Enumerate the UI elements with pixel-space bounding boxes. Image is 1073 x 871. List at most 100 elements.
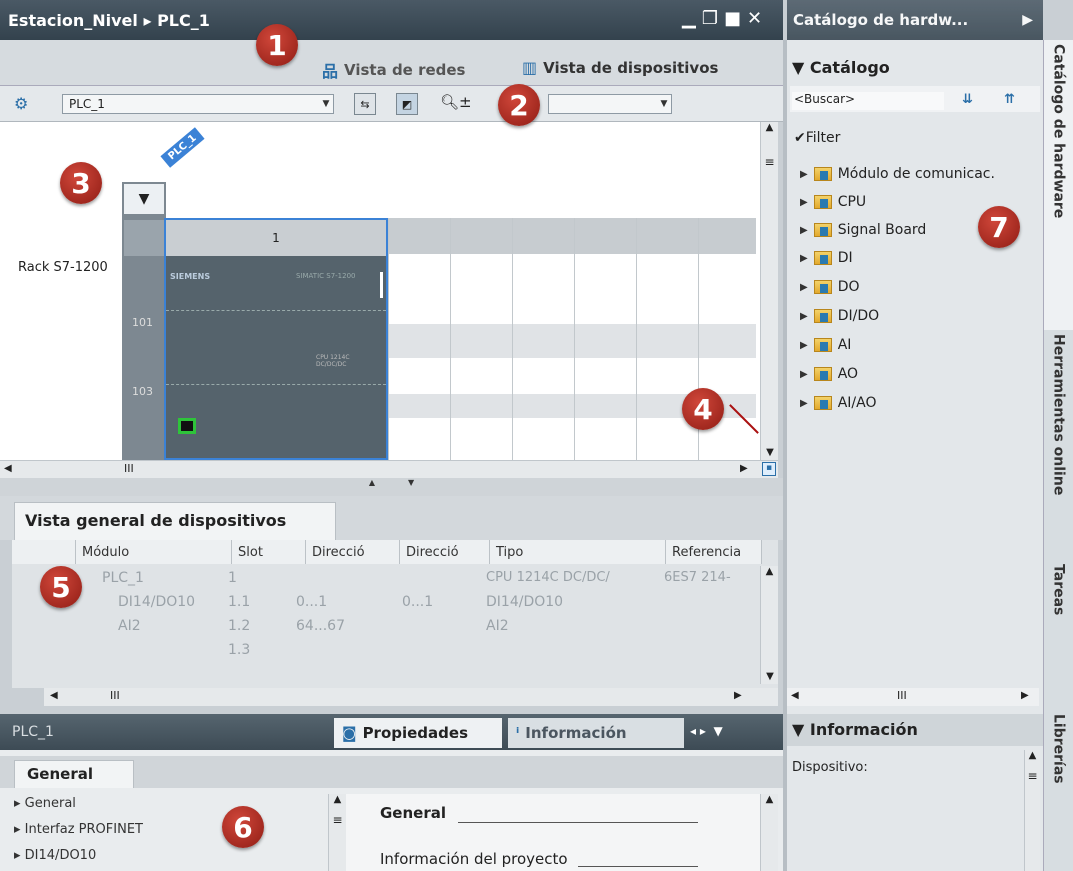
side-tab-libraries[interactable]: Librerías xyxy=(1043,710,1073,871)
scroll-thumb-mark: III xyxy=(124,462,134,475)
table-horizontal-scrollbar[interactable]: ◀ III ▶ xyxy=(44,688,778,706)
col-header[interactable]: Direcció xyxy=(306,540,400,564)
folder-icon xyxy=(813,309,832,323)
chevron-down-icon: ▼ xyxy=(322,99,330,109)
nav-label: DI14/DO10 xyxy=(24,848,97,863)
catalog-title-bar: Catálogo de hardw... ▶ xyxy=(787,0,1043,40)
nav-item-general[interactable]: ▸ General xyxy=(14,796,76,811)
splitter-handle[interactable]: ▲ ▼ xyxy=(0,478,783,496)
marker-badge: 7 xyxy=(978,206,1020,248)
side-tab-label: Herramientas online xyxy=(1050,334,1067,496)
search-placeholder: <Buscar> xyxy=(794,92,856,106)
device-select-value: PLC_1 xyxy=(69,97,105,111)
tab-network-view[interactable]: 品 Vista de redes xyxy=(322,58,466,82)
folder-icon xyxy=(813,195,832,209)
search-down-icon[interactable]: ⇊ xyxy=(962,92,973,107)
properties-content: General Información del proyecto xyxy=(346,794,764,871)
catalog-item[interactable]: ▶ AI/AO xyxy=(800,395,876,411)
catalog-item[interactable]: ▶ AO xyxy=(800,366,858,382)
tab-network-label: Vista de redes xyxy=(344,61,466,79)
col-header[interactable]: Referencia xyxy=(666,540,762,564)
side-tab-hardware-catalog[interactable]: Catálogo de hardware xyxy=(1043,40,1073,330)
marker-badge: 2 xyxy=(498,84,540,126)
table-cell: 0...1 xyxy=(296,594,328,610)
search-up-icon[interactable]: ⇈ xyxy=(1004,92,1015,107)
information-header-label: Información xyxy=(809,720,918,739)
tab-information-label: Información xyxy=(525,724,627,742)
col-header[interactable]: Direcció xyxy=(400,540,490,564)
close-icon[interactable]: ✕ xyxy=(747,8,762,29)
table-cell: AI2 xyxy=(486,618,509,634)
information-header[interactable]: ▼ Información xyxy=(792,720,918,739)
rack-collapse-icon[interactable]: ▼ xyxy=(124,184,164,214)
nav-item-di14do10[interactable]: ▸ DI14/DO10 xyxy=(14,848,96,863)
canvas-vertical-scrollbar[interactable]: ▲ ≡ ▼ xyxy=(760,122,778,460)
catalog-search-input[interactable]: <Buscar> xyxy=(792,92,944,110)
cpu-module[interactable]: 1 SIEMENS SIMATIC S7-1200 CPU 1214C DC/D… xyxy=(164,218,388,460)
side-tab-tasks[interactable]: Tareas xyxy=(1043,560,1073,710)
folder-icon xyxy=(813,396,832,410)
catalog-item[interactable]: ▶ AI xyxy=(800,337,851,353)
marker-badge: 4 xyxy=(682,388,724,430)
content-scrollbar[interactable]: ▲ xyxy=(760,794,778,871)
nav-scrollbar[interactable]: ▲ ≡ xyxy=(328,794,346,871)
col-header[interactable]: Módulo xyxy=(76,540,232,564)
device-icon: ▥ xyxy=(522,58,538,77)
module-text: SIMATIC S7-1200 xyxy=(296,272,356,280)
device-tree-icon[interactable]: ⚙ xyxy=(14,94,28,113)
collapse-right-icon[interactable]: ▶ xyxy=(1022,12,1033,28)
catalog-item[interactable]: ▶ DI xyxy=(800,250,853,266)
nav-item-profinet[interactable]: ▸ Interfaz PROFINET xyxy=(14,822,143,837)
catalog-title: Catálogo de hardw... xyxy=(793,11,969,29)
catalog-header[interactable]: ▼ Catálogo xyxy=(792,58,890,77)
catalog-item-label: AO xyxy=(837,366,859,382)
table-cell: 1.2 xyxy=(228,618,251,634)
zoom-icon[interactable]: 🔍︎± xyxy=(440,93,472,111)
table-vertical-scrollbar[interactable]: ▲ ▼ xyxy=(760,566,778,684)
show-labels-icon[interactable]: ◩ xyxy=(396,93,418,115)
scroll-thumb-mark: III xyxy=(110,689,120,702)
col-header[interactable]: Tipo xyxy=(490,540,666,564)
table-cell: 6ES7 214- xyxy=(664,570,731,585)
zoom-select[interactable]: ▼ xyxy=(548,94,672,114)
siemens-logo: SIEMENS xyxy=(170,272,211,281)
catalog-item-label: AI/AO xyxy=(837,395,877,411)
tab-general[interactable]: General xyxy=(14,760,134,788)
table-cell[interactable]: AI2 xyxy=(118,618,141,634)
side-tab-label: Tareas xyxy=(1050,564,1067,616)
filter-checkbox[interactable]: ✔Filter xyxy=(794,130,840,146)
tab-device-overview[interactable]: Vista general de dispositivos xyxy=(14,502,336,540)
module-subtext: CPU 1214C DC/DC/DC xyxy=(316,354,350,368)
swap-view-icon[interactable]: ⇆ xyxy=(354,93,376,115)
properties-icon: ◙ xyxy=(342,724,357,742)
catalog-item[interactable]: ▶ DI/DO xyxy=(800,308,879,324)
col-header[interactable]: Slot xyxy=(232,540,306,564)
row-label: 103 xyxy=(132,385,153,398)
catalog-item[interactable]: ▶ DO xyxy=(800,279,860,295)
tab-device-view[interactable]: ▥ Vista de dispositivos xyxy=(522,58,718,77)
tab-information[interactable]: ⁱ Información xyxy=(508,718,684,748)
tab-scroll-arrows[interactable]: ◂ ▸ ▼ xyxy=(690,724,723,738)
side-tab-label: Librerías xyxy=(1050,714,1067,784)
col-header-blank xyxy=(12,540,76,564)
canvas-horizontal-scrollbar[interactable]: ◀ III ▶ xyxy=(0,460,778,478)
catalog-item[interactable]: ▶ Signal Board xyxy=(800,222,926,238)
nav-label: General xyxy=(24,796,76,811)
device-select[interactable]: PLC_1 ▼ xyxy=(62,94,334,114)
table-cell[interactable]: PLC_1 xyxy=(102,570,144,586)
catalog-item[interactable]: ▶ Módulo de comunicac. xyxy=(800,166,995,182)
maximize-icon[interactable]: ■ xyxy=(724,8,741,29)
slot-header: 1 xyxy=(166,220,386,256)
info-scrollbar[interactable]: ▲ ≡ xyxy=(1024,750,1040,871)
catalog-item-label: Módulo de comunicac. xyxy=(837,166,995,182)
overview-navigator-icon[interactable]: ▪ xyxy=(762,462,776,476)
minimize-icon[interactable]: ▁ xyxy=(682,8,696,29)
tab-properties[interactable]: ◙ Propiedades xyxy=(334,718,502,748)
catalog-item[interactable]: ▶ CPU xyxy=(800,194,866,210)
catalog-horizontal-scrollbar[interactable]: ◀ III ▶ xyxy=(787,688,1039,706)
restore-icon[interactable]: ❐ xyxy=(702,8,718,29)
side-tab-online-tools[interactable]: Herramientas online xyxy=(1043,330,1073,560)
table-cell[interactable]: DI14/DO10 xyxy=(118,594,195,610)
window-title-bar: Estacion_Nivel ▸ PLC_1 xyxy=(0,0,783,40)
table-cell: 64...67 xyxy=(296,618,345,634)
